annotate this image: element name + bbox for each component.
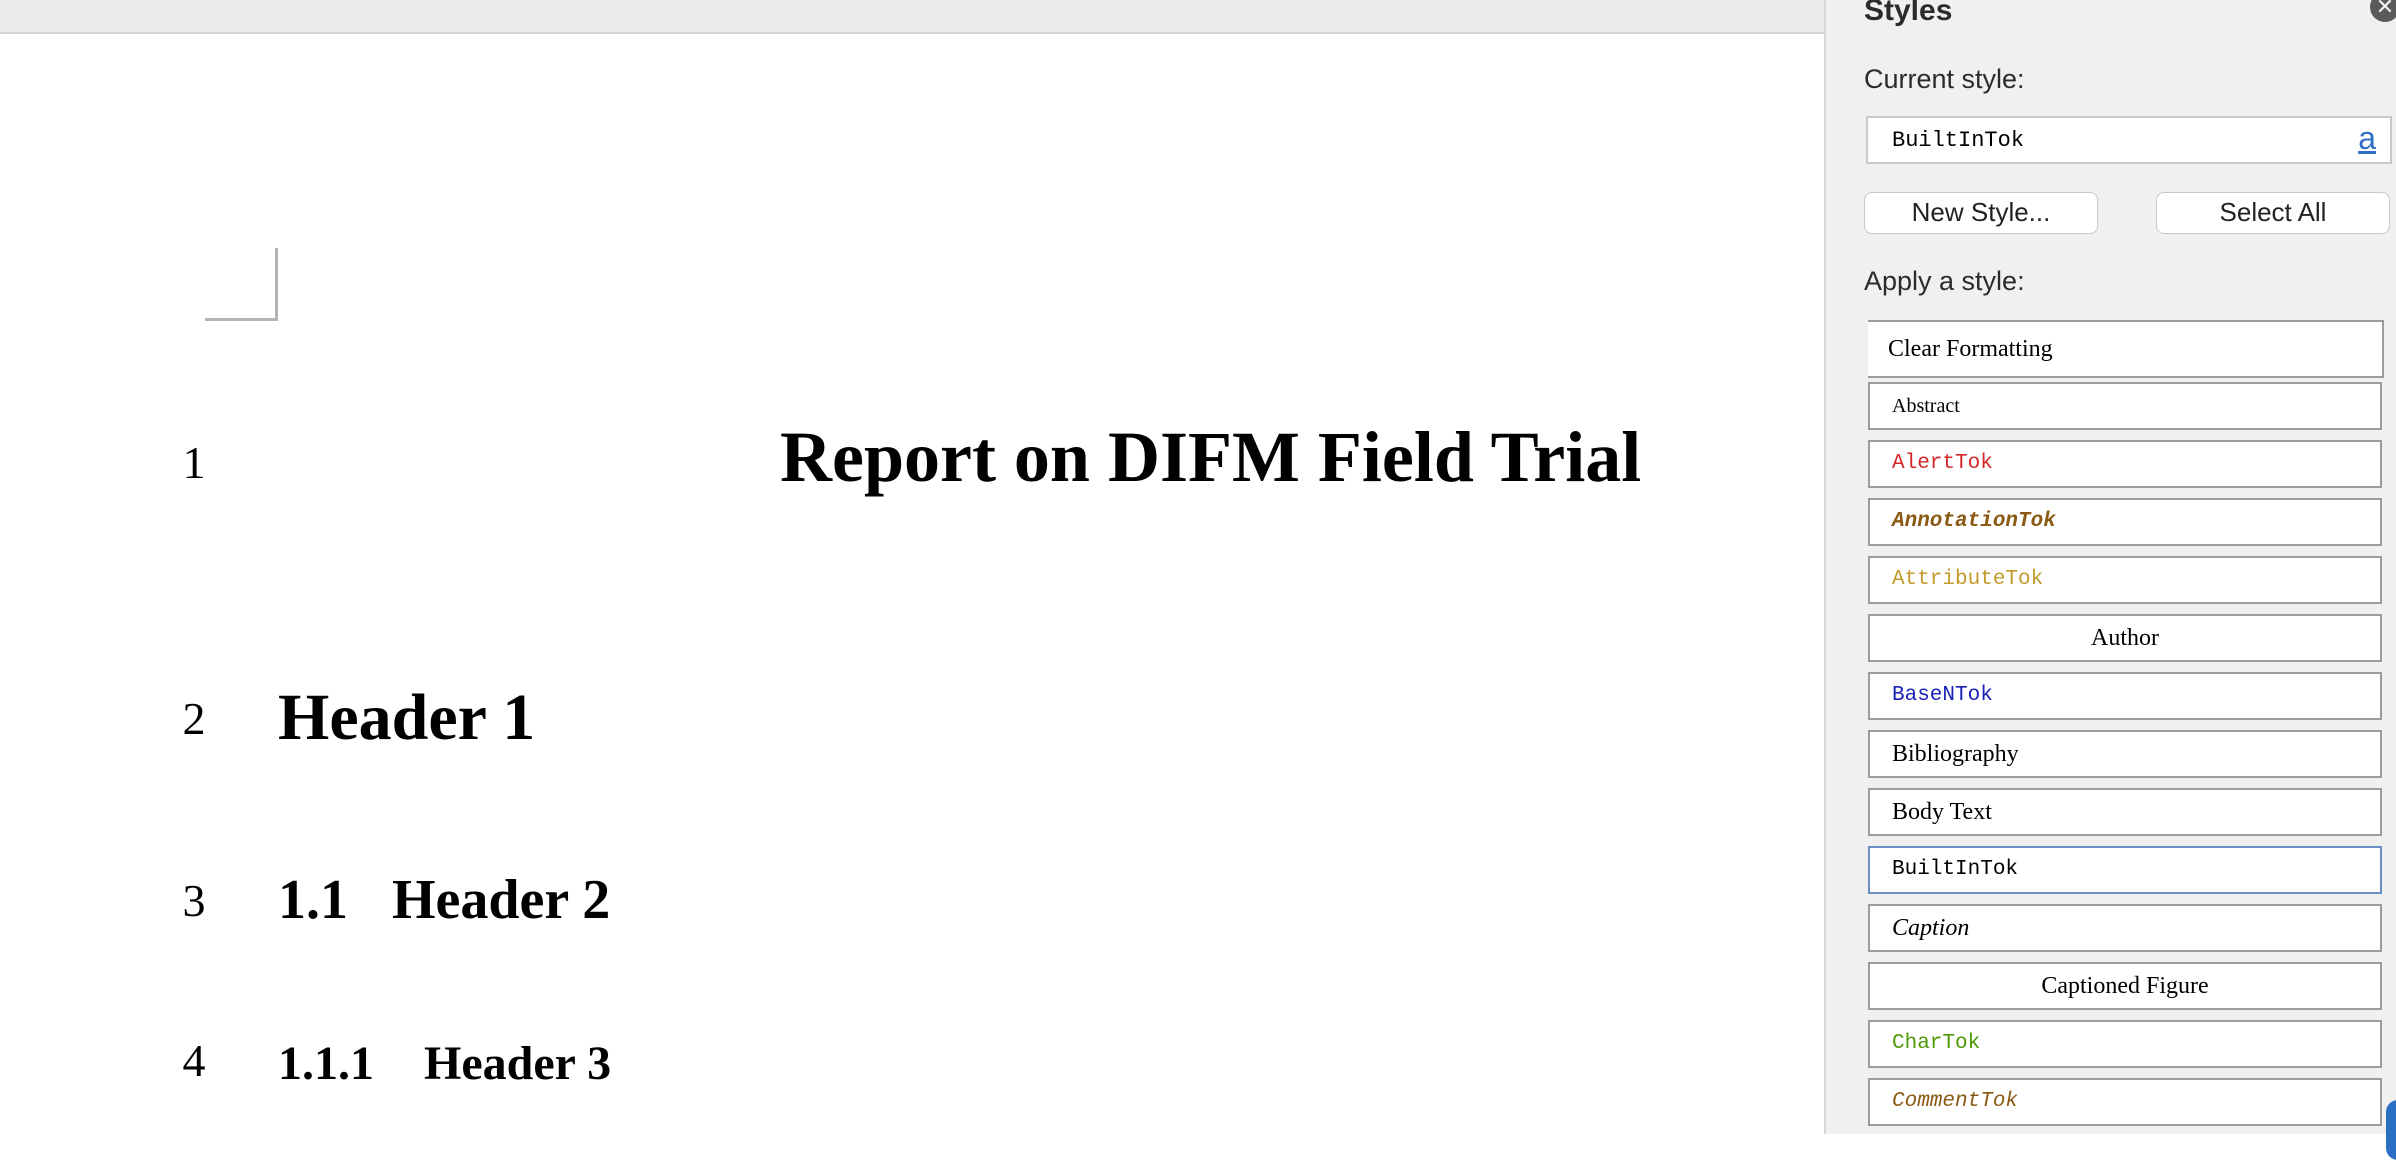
document-canvas[interactable]: 1 Report on DIFM Field Trial 2 Header 1 … bbox=[0, 0, 1824, 1134]
style-item-label: Body Text bbox=[1892, 799, 1992, 825]
style-list[interactable]: Clear Formatting Abstract AlertTok Annot… bbox=[1868, 316, 2396, 1136]
style-item-label: AnnotationTok bbox=[1892, 510, 2056, 533]
heading-number: 1.1.1 bbox=[278, 1037, 374, 1090]
style-item-label: Bibliography bbox=[1892, 741, 2019, 767]
line-number: 1 bbox=[182, 437, 206, 488]
style-preview-icon[interactable]: a bbox=[2358, 120, 2376, 157]
heading-2[interactable]: 1.1 Header 2 bbox=[278, 868, 610, 932]
scroll-indicator[interactable] bbox=[2386, 1100, 2396, 1160]
line-number: 3 bbox=[182, 875, 206, 926]
styles-pane: Styles ✕ Current style: BuiltInTok a New… bbox=[1824, 0, 2396, 1160]
current-style-value: BuiltInTok bbox=[1892, 128, 2025, 153]
style-item-label: Captioned Figure bbox=[2041, 973, 2209, 999]
document-title[interactable]: Report on DIFM Field Trial bbox=[780, 416, 1641, 499]
pane-title: Styles bbox=[1864, 0, 1953, 27]
close-icon[interactable]: ✕ bbox=[2370, 0, 2396, 22]
current-style-field[interactable]: BuiltInTok a bbox=[1866, 116, 2392, 164]
style-item-chartok[interactable]: CharTok bbox=[1868, 1020, 2382, 1068]
style-item-basentok[interactable]: BaseNTok bbox=[1868, 672, 2382, 720]
style-item-clear-formatting[interactable]: Clear Formatting bbox=[1868, 320, 2384, 378]
select-all-button[interactable]: Select All bbox=[2156, 192, 2390, 234]
style-item-author[interactable]: Author bbox=[1868, 614, 2382, 662]
heading-3[interactable]: 1.1.1 Header 3 bbox=[278, 1036, 611, 1091]
apply-style-label: Apply a style: bbox=[1864, 266, 2025, 296]
style-item-label: BuiltInTok bbox=[1892, 858, 2019, 881]
style-item-abstract[interactable]: Abstract bbox=[1868, 382, 2382, 430]
style-item-body-text[interactable]: Body Text bbox=[1868, 788, 2382, 836]
heading-number: 1.1 bbox=[278, 869, 348, 931]
style-item-label: Clear Formatting bbox=[1888, 336, 2053, 362]
style-item-bibliography[interactable]: Bibliography bbox=[1868, 730, 2382, 778]
style-item-alerttok[interactable]: AlertTok bbox=[1868, 440, 2382, 488]
style-item-annotationtok[interactable]: AnnotationTok bbox=[1868, 498, 2382, 546]
style-item-label: Abstract bbox=[1892, 395, 1960, 417]
new-style-button[interactable]: New Style... bbox=[1864, 192, 2098, 234]
line-number: 2 bbox=[182, 693, 206, 744]
current-style-label: Current style: bbox=[1864, 64, 2025, 94]
style-item-attributetok[interactable]: AttributeTok bbox=[1868, 556, 2382, 604]
heading-1[interactable]: Header 1 bbox=[278, 680, 535, 756]
style-item-builtintok[interactable]: BuiltInTok bbox=[1868, 846, 2382, 894]
style-item-label: Author bbox=[2091, 625, 2159, 651]
style-item-label: BaseNTok bbox=[1892, 684, 1993, 707]
style-item-label: AlertTok bbox=[1892, 452, 1993, 475]
heading-text: Header 2 bbox=[392, 869, 611, 931]
line-number: 4 bbox=[182, 1035, 206, 1086]
style-item-caption[interactable]: Caption bbox=[1868, 904, 2382, 952]
heading-text: Header 1 bbox=[278, 681, 536, 754]
style-item-label: Caption bbox=[1892, 915, 1970, 941]
document-top-bar bbox=[0, 0, 1824, 34]
page-margin-marker bbox=[205, 248, 278, 321]
style-item-label: CommentTok bbox=[1892, 1090, 2019, 1113]
style-item-label: AttributeTok bbox=[1892, 568, 2044, 591]
style-item-captioned-figure[interactable]: Captioned Figure bbox=[1868, 962, 2382, 1010]
style-item-label: CharTok bbox=[1892, 1032, 1981, 1055]
style-item-commenttok[interactable]: CommentTok bbox=[1868, 1078, 2382, 1126]
heading-text: Header 3 bbox=[424, 1037, 612, 1090]
